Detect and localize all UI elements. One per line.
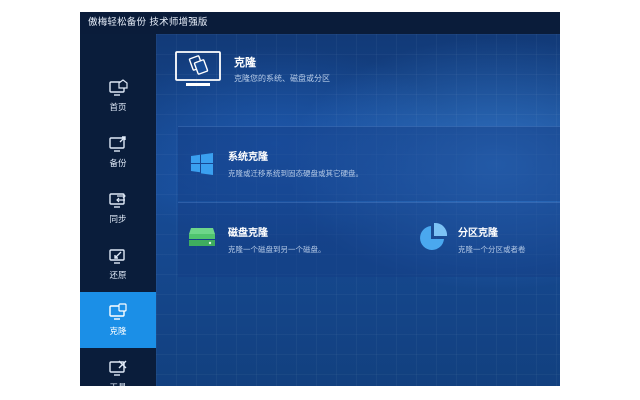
clone-icon: [109, 303, 127, 320]
restore-icon: [109, 249, 125, 264]
backup-icon: [109, 136, 126, 152]
disk-clone-option[interactable]: 磁盘克隆 克隆一个磁盘到另一个磁盘。: [178, 202, 378, 276]
disk-clone-desc: 克隆一个磁盘到另一个磁盘。: [228, 245, 326, 254]
windows-icon: [191, 153, 213, 175]
sidebar-item-clone[interactable]: 克隆: [80, 292, 156, 348]
sync-icon: [109, 193, 126, 208]
partition-clone-option[interactable]: 分区克隆 克隆一个分区或者卷: [410, 202, 560, 276]
home-icon: [109, 79, 128, 96]
sidebar-item-label: 同步: [109, 215, 127, 225]
page-title: 克隆: [234, 56, 256, 69]
disk-clone-title: 磁盘克隆: [228, 228, 268, 239]
tools-icon: [109, 360, 127, 376]
disk-icon: [189, 228, 215, 246]
app-window: 傲梅轻松备份 技术师增强版 首页 备份 同步 还原 克隆 克隆 克隆您的系统、磁…: [80, 12, 560, 386]
system-clone-option[interactable]: 系统克隆 克隆或迁移系统到固态硬盘或其它硬盘。: [178, 126, 560, 200]
sidebar-item-label: 还原: [109, 271, 127, 281]
sidebar: 首页 备份 同步 还原 克隆: [80, 34, 156, 386]
sidebar-item-sync[interactable]: 同步: [80, 180, 156, 236]
system-clone-desc: 克隆或迁移系统到固态硬盘或其它硬盘。: [228, 169, 363, 178]
sidebar-item-label: 备份: [109, 159, 127, 169]
main-panel: 克隆 克隆您的系统、磁盘或分区 系统克隆 克隆或迁移系统到固态硬盘或其它硬盘。 …: [156, 34, 560, 386]
page-subtitle: 克隆您的系统、磁盘或分区: [234, 74, 330, 83]
title-bar: 傲梅轻松备份 技术师增强版: [80, 12, 560, 34]
partition-clone-desc: 克隆一个分区或者卷: [458, 245, 526, 254]
pie-chart-icon: [420, 222, 448, 250]
clone-header-icon: [175, 51, 221, 86]
sidebar-item-label: 工具: [109, 381, 126, 386]
sidebar-item-label: 克隆: [109, 327, 127, 337]
sidebar-item-backup[interactable]: 备份: [80, 124, 156, 180]
sidebar-item-home[interactable]: 首页: [80, 68, 156, 124]
sidebar-item-restore[interactable]: 还原: [80, 236, 156, 292]
partition-clone-title: 分区克隆: [458, 228, 498, 239]
sidebar-item-tools[interactable]: 工具: [80, 348, 156, 386]
sidebar-item-label: 首页: [109, 103, 127, 113]
system-clone-title: 系统克隆: [228, 152, 268, 163]
